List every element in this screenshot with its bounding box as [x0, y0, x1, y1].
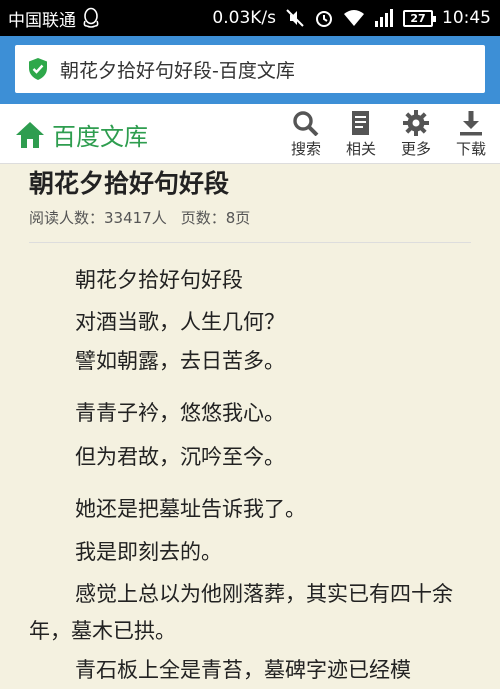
carrier-name: 中国联通	[8, 10, 76, 31]
download-button[interactable]: 下载	[447, 110, 495, 159]
document-title: 朝花夕拾好句好段	[29, 169, 230, 198]
document-meta: 阅读人数：33417人 页数：8页	[29, 207, 250, 228]
reader-count: 阅读人数：33417人	[29, 209, 167, 227]
page-title-in-address-bar: 朝花夕拾好句好段-百度文库	[60, 59, 295, 82]
download-label: 下载	[455, 140, 486, 158]
gear-icon	[403, 110, 429, 136]
more-button[interactable]: 更多	[392, 110, 440, 159]
security-shield-icon	[29, 58, 47, 80]
qq-icon	[83, 7, 99, 28]
page-count: 页数：8页	[180, 209, 251, 227]
battery-icon: 27	[403, 9, 436, 27]
clock: 10:45	[442, 8, 491, 28]
address-bar[interactable]: 朝花夕拾好句好段-百度文库	[15, 45, 485, 93]
paragraph: 我是即刻去的。	[75, 540, 222, 564]
search-icon	[293, 111, 319, 136]
signal-icon	[375, 9, 393, 27]
download-icon	[460, 111, 482, 136]
related-label: 相关	[345, 140, 376, 158]
network-speed: 0.03K/s	[212, 8, 276, 28]
browser-toolbar: 朝花夕拾好句好段-百度文库	[0, 36, 500, 104]
site-name: 百度文库	[52, 123, 148, 151]
paragraph: 但为君故，沉吟至今。	[75, 445, 285, 469]
search-button[interactable]: 搜索	[282, 110, 330, 159]
status-bar: 中国联通 0.03K/s 27 10:45	[0, 0, 500, 36]
document-body: 朝花夕拾好句好段 阅读人数：33417人 页数：8页 朝花夕拾好句好段 对酒当歌，…	[0, 164, 500, 684]
paragraph: 朝花夕拾好句好段	[75, 268, 243, 292]
home-icon	[16, 121, 44, 148]
site-logo[interactable]: 百度文库	[14, 117, 148, 152]
paragraph: 青青子衿，悠悠我心。	[75, 401, 285, 425]
site-header: 百度文库 搜索 相关 更多 下载	[0, 104, 500, 164]
paragraph: 譬如朝露，去日苦多。	[75, 349, 285, 373]
divider	[29, 242, 471, 243]
alarm-icon	[316, 11, 332, 27]
search-label: 搜索	[290, 140, 321, 158]
related-button[interactable]: 相关	[337, 110, 385, 159]
more-label: 更多	[400, 140, 431, 158]
document-icon	[352, 111, 369, 135]
paragraph: 对酒当歌，人生几何？	[75, 310, 285, 334]
paragraph: 感觉上总以为他刚落葬，其实已有四十余年，墓木已拱。	[29, 582, 453, 643]
paragraph: 她还是把墓址告诉我了。	[75, 497, 306, 521]
wifi-icon	[344, 10, 364, 26]
paragraph: 青石板上全是青苔，墓碑字迹已经模	[75, 658, 411, 682]
mute-icon	[286, 9, 304, 27]
